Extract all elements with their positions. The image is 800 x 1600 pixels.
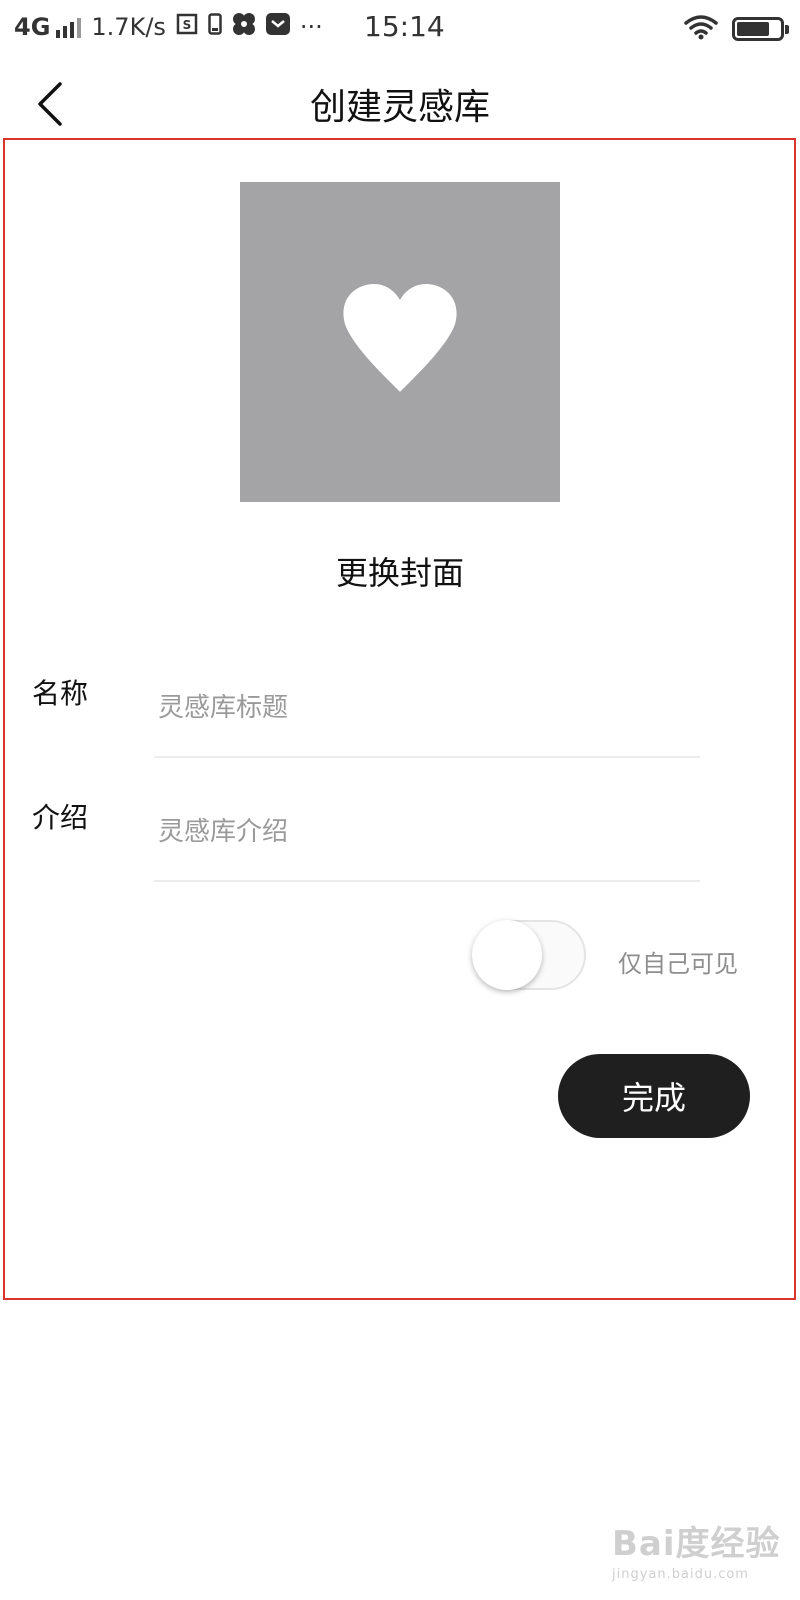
intro-input[interactable] <box>154 802 700 862</box>
change-cover-button[interactable]: 更换封面 <box>0 548 800 594</box>
name-underline <box>154 756 700 758</box>
svg-text:S: S <box>183 18 192 32</box>
status-bar: 4G 1.7K/s S ··· 15:14 <box>0 0 800 56</box>
private-label: 仅自己可见 <box>618 950 738 978</box>
wifi-icon <box>684 14 718 44</box>
status-bar-right <box>684 14 789 44</box>
status-bar-left: 4G 1.7K/s S ··· <box>14 12 323 41</box>
watermark-url: jingyan.baidu.com <box>612 1567 749 1582</box>
page-title: 创建灵感库 <box>309 87 490 128</box>
watermark-logo: Bai度经验 <box>612 1524 781 1564</box>
network-type: 4G <box>14 12 51 41</box>
intro-underline <box>154 880 700 882</box>
signal-icon <box>56 16 82 38</box>
private-toggle[interactable] <box>472 920 586 990</box>
screenshot-icon: S <box>176 13 198 40</box>
phone-icon <box>208 13 222 40</box>
name-label: 名称 <box>32 677 89 710</box>
heart-icon <box>343 284 457 392</box>
clock: 15:14 <box>364 10 445 43</box>
header: 创建灵感库 <box>0 64 800 140</box>
name-input[interactable] <box>154 678 700 738</box>
toggle-knob <box>472 920 542 990</box>
mail-icon <box>265 13 290 40</box>
done-button[interactable]: 完成 <box>558 1054 750 1138</box>
watermark: Bai度经验 jingyan.baidu.com <box>612 1516 781 1582</box>
pinwheel-icon <box>232 12 256 41</box>
cover-image[interactable] <box>240 182 560 502</box>
network-speed: 1.7K/s <box>91 12 166 41</box>
more-notifications: ··· <box>299 12 323 41</box>
battery-icon <box>732 17 789 41</box>
intro-label: 介绍 <box>32 801 89 834</box>
